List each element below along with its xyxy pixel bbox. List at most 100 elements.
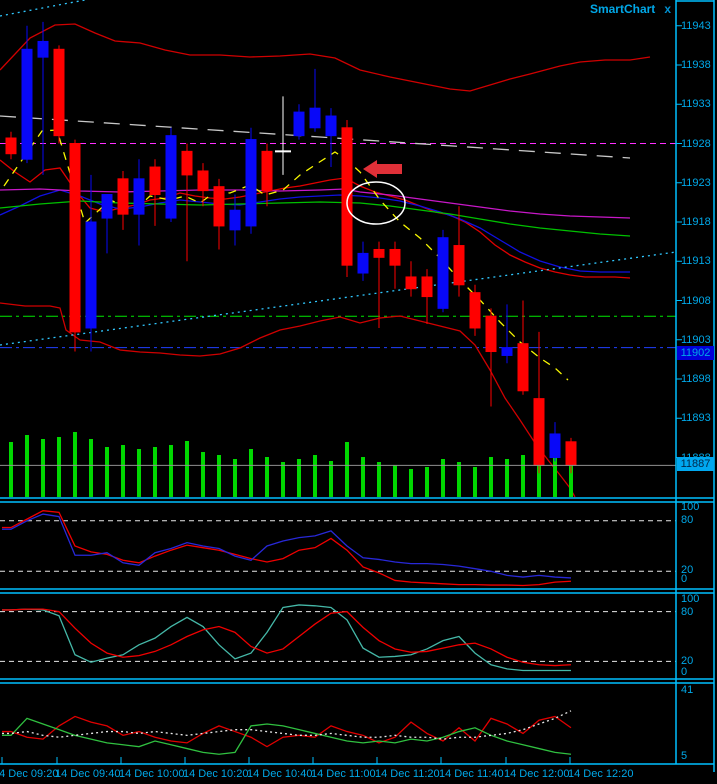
- volume-bar: [121, 445, 125, 497]
- volume-bar: [89, 439, 93, 497]
- indicator-scale-label: 100: [681, 501, 699, 513]
- volume-bar: [233, 459, 237, 497]
- candle-body: [502, 348, 512, 356]
- price-axis-label: 11923: [681, 177, 711, 189]
- time-axis-label: 14 Dec 12:00: [504, 768, 569, 780]
- volume-bar: [201, 452, 205, 497]
- candle-body: [422, 277, 432, 297]
- indicator-scale-label: 80: [681, 606, 693, 618]
- candle-body: [518, 344, 528, 391]
- time-axis-label: 14 Dec 11:00: [311, 768, 376, 780]
- candle-body: [118, 179, 128, 214]
- time-axis-label: 14 Dec 11:20: [375, 768, 440, 780]
- time-axis-label: 14 Dec 09:40: [55, 768, 120, 780]
- volume-bar: [73, 432, 77, 497]
- volume-bar: [137, 449, 141, 497]
- candle-body: [390, 249, 400, 265]
- indicator-scale-label: 100: [681, 593, 699, 605]
- candle-body: [22, 49, 32, 159]
- volume-bar: [521, 455, 525, 497]
- candle-body: [214, 187, 224, 226]
- candle-body: [198, 171, 208, 191]
- indicator-scale-label: 0: [681, 666, 687, 678]
- bollinger-upper: [0, 24, 650, 91]
- time-axis-label: 14 Dec 12:20: [568, 768, 633, 780]
- candle-body: [230, 210, 240, 230]
- candle-body: [262, 151, 272, 190]
- time-axis-label: 14 Dec 11:40: [439, 768, 504, 780]
- price-level-badge: 11902: [677, 346, 714, 360]
- time-axis-label: 14 Dec 09:20: [0, 768, 58, 780]
- volume-bar: [329, 461, 333, 497]
- current-price-badge: 11887: [677, 457, 714, 471]
- chart-title: SmartChart x: [590, 2, 671, 16]
- candle-body: [246, 140, 256, 226]
- volume-bar: [425, 467, 429, 497]
- price-axis-label: 11913: [681, 255, 711, 267]
- candle-body: [38, 41, 48, 57]
- arrow-annotation: [363, 160, 402, 178]
- candle-body: [342, 128, 352, 265]
- volume-bar: [553, 457, 557, 497]
- volume-bar: [105, 447, 109, 497]
- candle-body: [166, 136, 176, 218]
- candle-body: [534, 399, 544, 466]
- chart-canvas: [0, 0, 717, 784]
- volume-bar: [249, 449, 253, 497]
- candle-body: [566, 442, 576, 466]
- volume-bar: [505, 459, 509, 497]
- candle-body: [102, 195, 112, 219]
- candle-body: [294, 112, 304, 136]
- candle-body: [406, 277, 416, 289]
- time-axis-label: 14 Dec 10:00: [119, 768, 184, 780]
- volume-bar: [489, 457, 493, 497]
- volume-bar: [265, 457, 269, 497]
- volume-bar: [185, 441, 189, 497]
- volume-bar: [409, 469, 413, 497]
- indicator-scale-label: 5: [681, 750, 687, 762]
- candle-body: [182, 151, 192, 175]
- volume-bar: [57, 437, 61, 497]
- price-axis-label: 11903: [681, 334, 711, 346]
- volume-bar: [345, 442, 349, 497]
- candle-body: [470, 293, 480, 328]
- candle-body: [86, 222, 96, 328]
- volume-bar: [441, 459, 445, 497]
- volume-bar: [9, 442, 13, 497]
- time-axis-label: 14 Dec 10:40: [247, 768, 312, 780]
- ma-magenta: [0, 189, 630, 218]
- chart-title-label: SmartChart: [590, 2, 655, 16]
- oscillator-1-line-red: [2, 511, 571, 586]
- volume-bar: [153, 447, 157, 497]
- candle-body: [550, 434, 560, 458]
- volume-bar: [457, 462, 461, 497]
- volume-bar: [169, 445, 173, 497]
- candle-body: [6, 138, 16, 154]
- volume-bar: [361, 457, 365, 497]
- price-axis-label: 11933: [681, 98, 711, 110]
- candle-body: [486, 316, 496, 351]
- candle-body: [358, 253, 368, 273]
- candle-body: [134, 179, 144, 214]
- oscillator-3-line-red: [2, 716, 571, 746]
- volume-bar: [281, 462, 285, 497]
- volume-bar: [473, 467, 477, 497]
- close-icon[interactable]: x: [664, 2, 671, 16]
- volume-bar: [297, 459, 301, 497]
- oscillator-2-line-red: [2, 609, 571, 665]
- smartchart-window: SmartChart x 11943 11938 11933 11928 11923 119…: [0, 0, 717, 784]
- price-axis-label: 11938: [681, 59, 711, 71]
- price-axis-label: 11908: [681, 295, 711, 307]
- candle-body: [438, 238, 448, 309]
- price-axis-label: 11943: [681, 20, 711, 32]
- price-axis-label: 11898: [681, 373, 711, 385]
- volume-bar: [377, 462, 381, 497]
- candle-body: [310, 108, 320, 128]
- volume-bar: [313, 455, 317, 497]
- candle-body: [150, 167, 160, 194]
- volume-bar: [41, 439, 45, 497]
- volume-bar: [217, 455, 221, 497]
- trendline-cyan-steep: [0, 0, 85, 16]
- price-axis-label: 11928: [681, 138, 711, 150]
- volume-bar: [25, 435, 29, 497]
